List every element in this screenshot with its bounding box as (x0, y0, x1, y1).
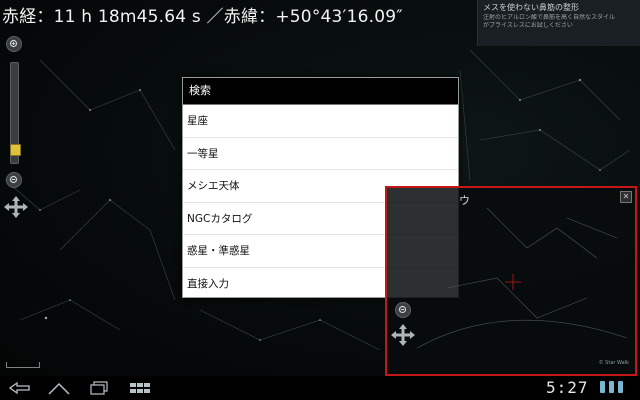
home-icon (48, 382, 70, 395)
ad-banner[interactable]: メスを使わない鼻筋の整形 注射のヒアルロン酸で鼻筋を高く自然なスタイル がプライ… (477, 0, 640, 46)
back-icon (9, 382, 30, 394)
recent-apps-icon (90, 381, 108, 395)
mini-pan-button[interactable] (391, 324, 415, 350)
status-clock: 5:27 (546, 378, 589, 397)
home-button[interactable] (46, 380, 72, 396)
menu-item-constellations[interactable]: 星座 (183, 105, 458, 138)
zoom-slider[interactable] (10, 62, 21, 164)
mini-view-label: ウ (459, 194, 470, 207)
ad-line: 注射のヒアルロン酸で鼻筋を高く自然なスタイル (483, 14, 615, 21)
mini-zoom-button[interactable] (395, 302, 411, 318)
scale-bar (6, 362, 40, 368)
coordinates-readout: 赤経：11 h 18m45.64 s ／赤緯：+50°43′16.09″ (2, 7, 403, 27)
zoom-in-button[interactable] (6, 36, 22, 52)
ad-title: メスを使わない鼻筋の整形 (483, 3, 579, 12)
system-navigation-bar (0, 376, 640, 400)
battery-icon (618, 381, 623, 393)
pan-arrows-icon (391, 324, 415, 346)
mini-view-constellations (416, 207, 628, 349)
zoom-in-icon (398, 305, 407, 314)
close-icon: ✕ (622, 192, 630, 201)
pan-button[interactable] (4, 196, 28, 222)
usb-icon (600, 381, 605, 393)
search-menu-title: 検索 (183, 78, 458, 105)
menu-button[interactable] (128, 380, 152, 396)
recent-apps-button[interactable] (88, 380, 110, 396)
zoom-in-icon (9, 39, 18, 48)
back-button[interactable] (8, 380, 32, 396)
status-icons[interactable] (600, 381, 623, 393)
grid-menu-icon (130, 383, 150, 393)
pan-arrows-icon (4, 196, 28, 218)
wifi-icon (609, 381, 614, 393)
menu-item-first-magnitude-stars[interactable]: 一等星 (183, 138, 458, 170)
zoom-slider-knob[interactable] (10, 144, 21, 156)
zoom-out-icon (9, 175, 18, 184)
mini-view-close-button[interactable]: ✕ (620, 191, 632, 203)
mini-sky-view[interactable]: ウ ✕ © Star Walk (385, 186, 637, 376)
zoom-out-button[interactable] (6, 172, 22, 188)
mini-view-credit: © Star Walk (598, 360, 629, 366)
ad-line: がプライスレスにお試しください (483, 22, 573, 29)
